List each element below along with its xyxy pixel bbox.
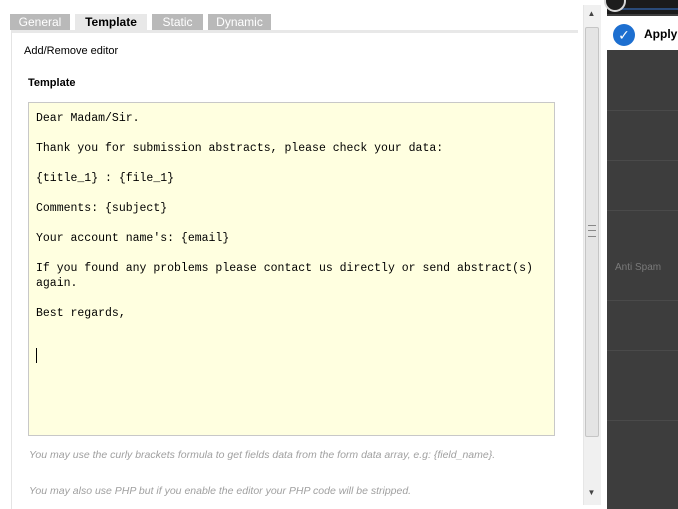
editor-line: Comments: {subject} [36,202,168,215]
tab-general[interactable]: General [10,14,70,30]
divider [607,300,678,301]
editor-line: {title_1} : {file_1} [36,172,175,185]
section-title: Template [28,77,76,89]
add-remove-editor-link[interactable]: Add/Remove editor [24,45,118,57]
divider [607,350,678,351]
apply-button[interactable]: Apply [644,27,677,41]
tab-strip: General Template Static Dynamic [10,14,271,30]
editor-line: If you found any problems please contact… [36,262,533,290]
divider [607,110,678,111]
arrow-up-icon[interactable]: ▲ [583,5,600,23]
tab-static[interactable]: Static [152,14,203,30]
text-caret [36,348,37,363]
check-circle-icon[interactable]: ✓ [613,24,635,46]
tab-template[interactable]: Template [75,14,147,30]
divider [607,160,678,161]
hint-php: You may also use PHP but if you enable t… [29,485,412,497]
template-editor[interactable]: Dear Madam/Sir. Thank you for submission… [28,102,555,436]
hint-curly-brackets: You may use the curly brackets formula t… [29,449,496,461]
right-sidebar [607,0,678,509]
editor-line: Dear Madam/Sir. [36,112,140,125]
tab-dynamic[interactable]: Dynamic [208,14,271,30]
anti-spam-label: Anti Spam [615,262,662,273]
editor-line: Best regards, [36,307,126,320]
grip-icon [588,225,596,237]
divider [607,420,678,421]
editor-line: Your account name's: {email} [36,232,230,245]
editor-line: Thank you for submission abstracts, plea… [36,142,444,155]
scrollbar-thumb[interactable] [585,27,599,437]
divider [607,210,678,211]
arrow-down-icon[interactable]: ▼ [583,484,600,502]
